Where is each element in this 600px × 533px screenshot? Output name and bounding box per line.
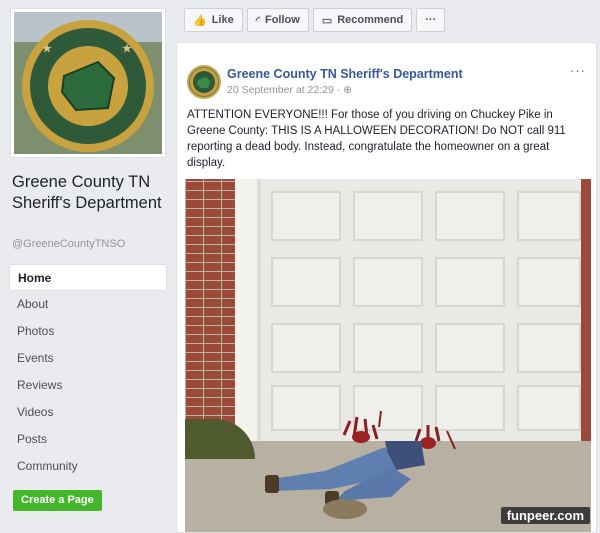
post-photo[interactable] [185, 179, 591, 532]
left-column: ★ ★ Greene County TN Sheriff's Departmen… [0, 0, 176, 533]
nav-item-about[interactable]: About [9, 291, 167, 318]
like-button[interactable]: 👍 Like [184, 8, 243, 32]
post-options-button[interactable]: ··· [570, 63, 586, 78]
page-nav: Home About Photos Events Reviews Videos … [9, 264, 167, 480]
nav-item-posts[interactable]: Posts [9, 426, 167, 453]
nav-item-reviews[interactable]: Reviews [9, 372, 167, 399]
sheriff-seal-logo: ★ ★ [14, 12, 162, 154]
nav-item-events[interactable]: Events [9, 345, 167, 372]
follow-label: Follow [264, 14, 300, 26]
follow-button[interactable]: ◜ Follow [246, 8, 309, 32]
post-text: ATTENTION EVERYONE!!! For those of you d… [187, 109, 566, 169]
recommend-button[interactable]: ▭ Recommend [312, 8, 413, 32]
page-title: Greene County TN Sheriff's Department [12, 173, 162, 212]
sheriff-seal-icon [190, 68, 218, 96]
nav-item-community[interactable]: Community [9, 453, 167, 480]
nav-item-videos[interactable]: Videos [9, 399, 167, 426]
globe-icon: ⊕ [343, 84, 352, 96]
svg-text:★: ★ [122, 43, 132, 55]
post-time-text: 20 September at 22:29 · [227, 84, 344, 96]
create-page-button[interactable]: Create a Page [13, 490, 102, 511]
more-icon: ··· [425, 14, 437, 26]
comment-icon: ▭ [321, 14, 333, 27]
post-card: Greene County TN Sheriff's Department 20… [176, 42, 597, 533]
more-options-button[interactable]: ··· [416, 8, 446, 32]
watermark: funpeer.com [500, 507, 590, 524]
post-timestamp[interactable]: 20 September at 22:29 · ⊕ [227, 84, 352, 96]
nav-item-home[interactable]: Home [9, 264, 167, 291]
post-author[interactable]: Greene County TN Sheriff's Department [227, 67, 463, 81]
thumbs-up-icon: 👍 [193, 14, 207, 27]
rss-icon: ◜ [255, 14, 260, 27]
svg-text:★: ★ [42, 43, 52, 55]
profile-picture[interactable]: ★ ★ [10, 8, 166, 158]
page-actionbar: 👍 Like ◜ Follow ▭ Recommend ··· [184, 8, 446, 32]
halloween-body-decoration [265, 410, 456, 519]
like-label: Like [211, 14, 234, 26]
page-handle[interactable]: @GreeneCountyTNSO [12, 238, 125, 250]
nav-item-photos[interactable]: Photos [9, 318, 167, 345]
recommend-label: Recommend [337, 14, 404, 26]
author-avatar[interactable] [187, 65, 221, 99]
